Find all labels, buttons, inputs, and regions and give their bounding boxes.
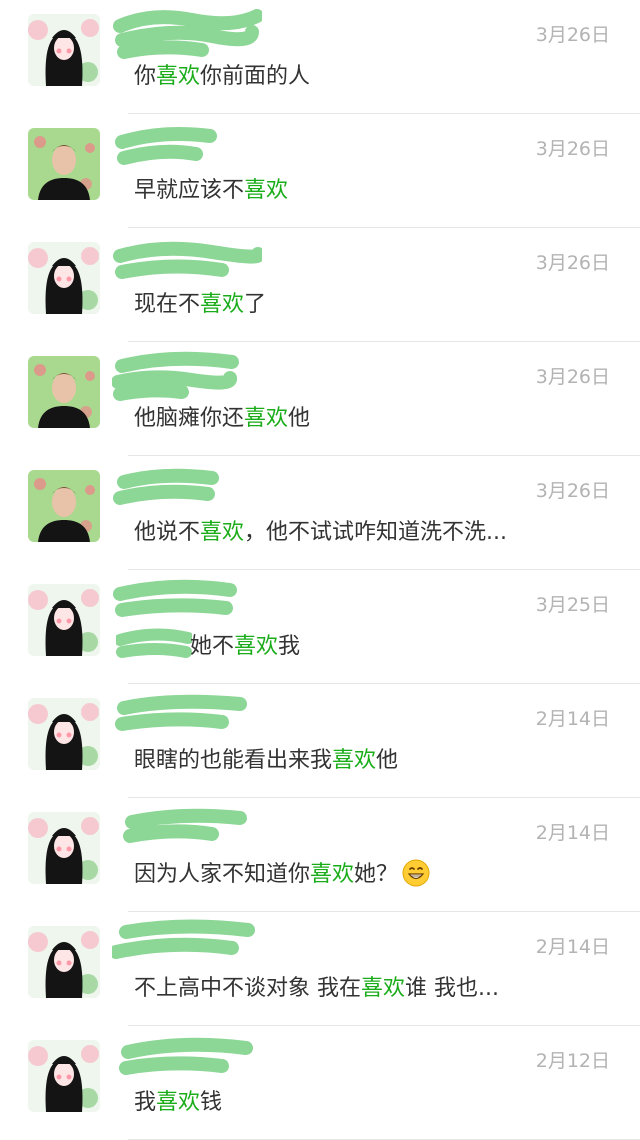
redacted-name-scribble: [112, 919, 255, 959]
avatar[interactable]: [28, 926, 100, 998]
redacted-text-scribble: [116, 628, 192, 658]
avatar[interactable]: [28, 698, 100, 770]
chat-result-row[interactable]: 2月14日 眼瞎的也能看出来我喜欢他: [0, 684, 640, 798]
message-date: 2月14日: [535, 822, 610, 844]
avatar[interactable]: [28, 470, 100, 542]
chat-result-row[interactable]: 3月26日 早就应该不喜欢: [0, 114, 640, 228]
redacted-name-scribble: [113, 468, 219, 505]
redacted-name-scribble: [113, 579, 237, 617]
message-text: 现在不喜欢了: [134, 292, 267, 317]
chat-result-row[interactable]: 2月14日 因为人家不知道你喜欢她？: [0, 798, 640, 912]
redacted-name-scribble: [123, 808, 247, 843]
boy-avatar-icon: [28, 128, 100, 200]
grinning-emoji-icon: [402, 859, 430, 887]
girl-avatar-icon: [28, 926, 100, 998]
message-date: 2月14日: [535, 708, 610, 730]
chat-result-row[interactable]: 3月26日 他脑瘫你还喜欢他: [0, 342, 640, 456]
girl-avatar-icon: [28, 584, 100, 656]
message-date: 3月26日: [535, 366, 610, 388]
avatar[interactable]: [28, 14, 100, 86]
boy-avatar-icon: [28, 356, 100, 428]
redacted-name-scribble: [115, 127, 217, 165]
redacted-name-scribble: [119, 1037, 253, 1075]
message-date: 3月26日: [535, 138, 610, 160]
message-date: 2月14日: [535, 936, 610, 958]
girl-avatar-icon: [28, 242, 100, 314]
chat-result-row[interactable]: 2月12日 我喜欢钱: [0, 1026, 640, 1140]
message-text: 早就应该不喜欢: [134, 178, 289, 203]
redacted-name-scribble: [115, 694, 247, 731]
avatar[interactable]: [28, 584, 100, 656]
message-text: 不上高中不谈对象 我在喜欢谁 我也...: [134, 976, 499, 1001]
girl-avatar-icon: [28, 14, 100, 86]
message-text: 我喜欢钱: [134, 1090, 223, 1115]
chat-result-row[interactable]: 3月25日 她不喜欢我: [0, 570, 640, 684]
redacted-name-scribble: [112, 351, 239, 401]
message-text: 他脑瘫你还喜欢他: [134, 406, 311, 431]
chat-result-row[interactable]: 3月26日 你喜欢你前面的人: [0, 0, 640, 114]
boy-avatar-icon: [28, 470, 100, 542]
girl-avatar-icon: [28, 698, 100, 770]
girl-avatar-icon: [28, 812, 100, 884]
redacted-name-scribble: [113, 9, 262, 59]
message-date: 3月26日: [535, 480, 610, 502]
message-text: 他说不喜欢，他不试试咋知道洗不洗...: [134, 520, 508, 545]
message-text: 你喜欢你前面的人: [134, 64, 311, 89]
message-date: 3月26日: [535, 24, 610, 46]
girl-avatar-icon: [28, 1040, 100, 1112]
chat-result-row[interactable]: 2月14日 不上高中不谈对象 我在喜欢谁 我也...: [0, 912, 640, 1026]
message-text: 眼瞎的也能看出来我喜欢他: [134, 748, 399, 773]
chat-result-row[interactable]: 3月26日 他说不喜欢，他不试试咋知道洗不洗...: [0, 456, 640, 570]
message-date: 3月25日: [535, 594, 610, 616]
message-text: 因为人家不知道你喜欢她？: [134, 856, 610, 888]
chat-result-row[interactable]: 3月26日 现在不喜欢了: [0, 228, 640, 342]
avatar[interactable]: [28, 812, 100, 884]
message-date: 3月26日: [535, 252, 610, 274]
avatar[interactable]: [28, 242, 100, 314]
redacted-name-scribble: [113, 241, 262, 279]
avatar[interactable]: [28, 1040, 100, 1112]
message-text: 她不喜欢我: [190, 634, 301, 659]
avatar[interactable]: [28, 128, 100, 200]
avatar[interactable]: [28, 356, 100, 428]
search-results-list: 3月26日 你喜欢你前面的人 3月26日 早就应该不喜欢 3月26日 现在不喜欢…: [0, 0, 640, 1140]
message-date: 2月12日: [535, 1050, 610, 1072]
